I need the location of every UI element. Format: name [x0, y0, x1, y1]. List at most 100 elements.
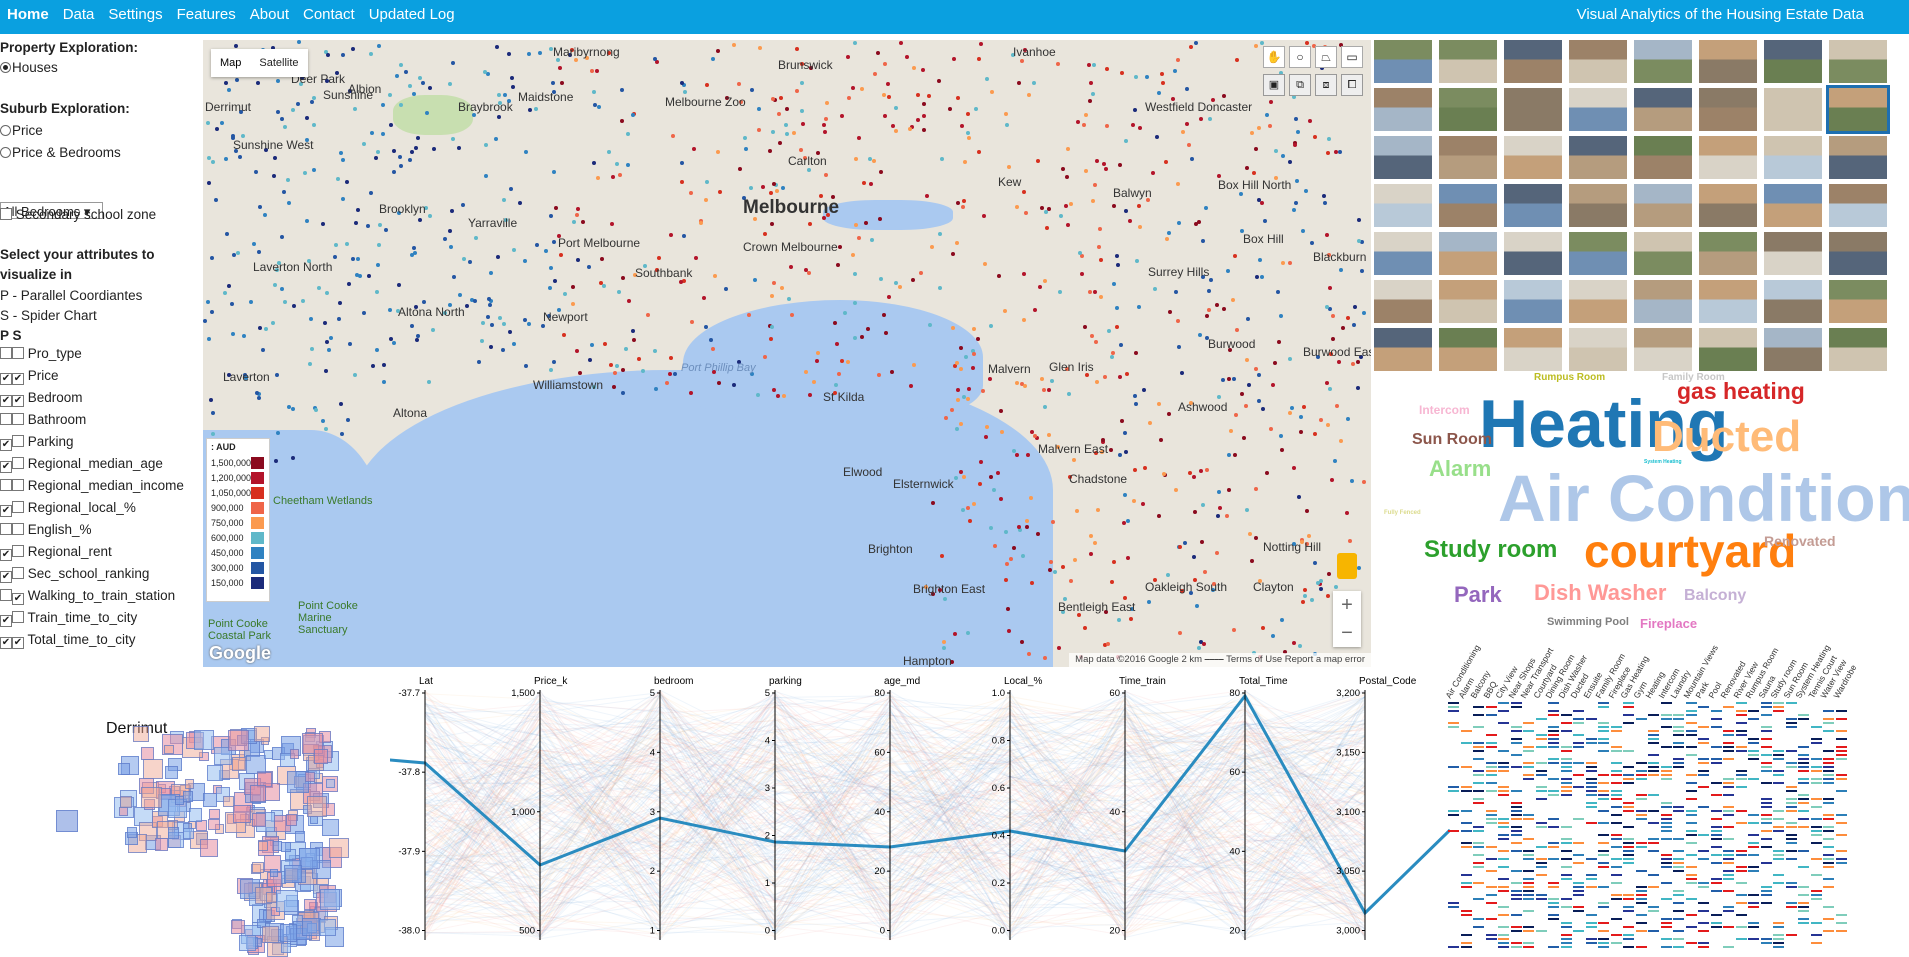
house-thumbnail[interactable]	[1504, 184, 1562, 227]
heatmap-cell[interactable]	[1748, 842, 1759, 844]
property-dot[interactable]	[770, 129, 775, 134]
circle-icon[interactable]: ○	[1289, 46, 1311, 68]
suburb-square[interactable]	[209, 808, 220, 820]
heatmap-cell[interactable]	[1748, 754, 1759, 756]
property-dot[interactable]	[1208, 278, 1213, 283]
heatmap-cell[interactable]	[1835, 862, 1847, 864]
heatmap-cell[interactable]	[1698, 910, 1709, 912]
property-dot[interactable]	[853, 157, 858, 162]
suburb-square[interactable]	[302, 917, 321, 937]
property-dot[interactable]	[757, 128, 762, 133]
property-dot[interactable]	[631, 329, 636, 334]
property-dot[interactable]	[922, 114, 927, 119]
heatmap-cell[interactable]	[1485, 886, 1497, 888]
heatmap-cell[interactable]	[1510, 930, 1522, 932]
property-dot[interactable]	[1066, 223, 1071, 228]
property-dot[interactable]	[474, 235, 479, 240]
suburb-square[interactable]	[326, 778, 336, 788]
heatmap-cell[interactable]	[1710, 758, 1722, 760]
property-dot[interactable]	[560, 80, 565, 85]
heatmap-cell[interactable]	[1473, 826, 1484, 828]
property-dot[interactable]	[524, 364, 529, 369]
suburb-square[interactable]	[281, 842, 291, 852]
property-dot[interactable]	[1099, 258, 1104, 263]
heatmap-cell[interactable]	[1698, 758, 1709, 760]
heatmap-cell[interactable]	[1685, 834, 1697, 836]
property-dot[interactable]	[623, 346, 628, 351]
property-dot[interactable]	[473, 298, 478, 303]
word-system-heating[interactable]: System Heating	[1644, 460, 1682, 465]
property-dot[interactable]	[1255, 275, 1260, 280]
heatmap-cell[interactable]	[1573, 894, 1584, 896]
word-study-room[interactable]: Study room	[1424, 538, 1557, 562]
suburb-square[interactable]	[269, 868, 279, 878]
property-dot[interactable]	[327, 347, 332, 352]
heatmap-cell[interactable]	[1698, 726, 1709, 728]
heatmap-cell[interactable]	[1598, 706, 1609, 708]
property-dot[interactable]	[1309, 240, 1314, 245]
property-dot[interactable]	[752, 278, 757, 283]
p-checkbox[interactable]: ✔	[0, 439, 12, 451]
select-difference-icon[interactable]: ⧠	[1341, 74, 1363, 96]
heatmap-cell[interactable]	[1835, 814, 1847, 816]
heatmap-cell[interactable]	[1548, 906, 1559, 908]
heatmap-cell[interactable]	[1760, 738, 1772, 740]
property-dot[interactable]	[1280, 261, 1285, 266]
property-dot[interactable]	[1334, 585, 1339, 590]
heatmap-cell[interactable]	[1623, 702, 1634, 704]
heatmap-cell[interactable]	[1473, 846, 1484, 848]
property-dot[interactable]	[1176, 58, 1181, 63]
heatmap-cell[interactable]	[1723, 946, 1734, 948]
property-dot[interactable]	[768, 336, 773, 341]
heatmap-cell[interactable]	[1473, 790, 1484, 792]
heatmap-cell[interactable]	[1773, 758, 1784, 760]
property-dot[interactable]	[1090, 198, 1095, 203]
property-dot[interactable]	[907, 126, 912, 131]
heatmap-cell[interactable]	[1485, 706, 1497, 708]
heatmap-cell[interactable]	[1623, 926, 1634, 928]
property-dot[interactable]	[233, 44, 238, 49]
property-dot[interactable]	[1261, 625, 1266, 630]
property-dot[interactable]	[1259, 275, 1264, 280]
heatmap-cell[interactable]	[1685, 730, 1697, 732]
property-dot[interactable]	[448, 245, 453, 250]
heatmap-cell[interactable]	[1535, 798, 1547, 800]
property-dot[interactable]	[941, 645, 946, 650]
property-dot[interactable]	[275, 372, 279, 377]
property-dot[interactable]	[784, 106, 789, 111]
property-dot[interactable]	[704, 179, 709, 184]
property-dot[interactable]	[341, 197, 346, 202]
heatmap-cell[interactable]	[1560, 878, 1572, 880]
heatmap-cell[interactable]	[1810, 778, 1822, 780]
heatmap-cell[interactable]	[1673, 746, 1684, 748]
heatmap-cell[interactable]	[1785, 766, 1797, 768]
property-dot[interactable]	[995, 471, 1000, 476]
property-dot[interactable]	[1036, 158, 1041, 163]
property-dot[interactable]	[1177, 344, 1182, 349]
heatmap-cell[interactable]	[1523, 930, 1534, 932]
heatmap-cell[interactable]	[1585, 790, 1597, 792]
price-option[interactable]: Price	[0, 123, 43, 138]
property-dot[interactable]	[1226, 487, 1231, 492]
property-dot[interactable]	[1024, 518, 1029, 523]
property-dot[interactable]	[1306, 534, 1311, 539]
property-dot[interactable]	[616, 290, 621, 295]
property-dot[interactable]	[317, 285, 322, 290]
property-dot[interactable]	[965, 112, 970, 117]
heatmap-cell[interactable]	[1748, 854, 1759, 856]
heatmap-cell[interactable]	[1585, 738, 1597, 740]
property-dot[interactable]	[795, 88, 800, 93]
property-dot[interactable]	[1068, 578, 1073, 583]
property-dot[interactable]	[1204, 206, 1209, 211]
property-dot[interactable]	[1205, 313, 1210, 318]
property-dot[interactable]	[1117, 617, 1122, 622]
house-thumbnail[interactable]	[1439, 40, 1497, 83]
property-dot[interactable]	[606, 150, 611, 155]
property-dot[interactable]	[768, 190, 773, 195]
property-dot[interactable]	[1252, 171, 1257, 176]
heatmap-cell[interactable]	[1760, 714, 1772, 716]
property-dot[interactable]	[1190, 156, 1195, 161]
heatmap-cell[interactable]	[1585, 742, 1597, 744]
property-dot[interactable]	[1066, 392, 1071, 397]
heatmap-cell[interactable]	[1673, 890, 1684, 892]
